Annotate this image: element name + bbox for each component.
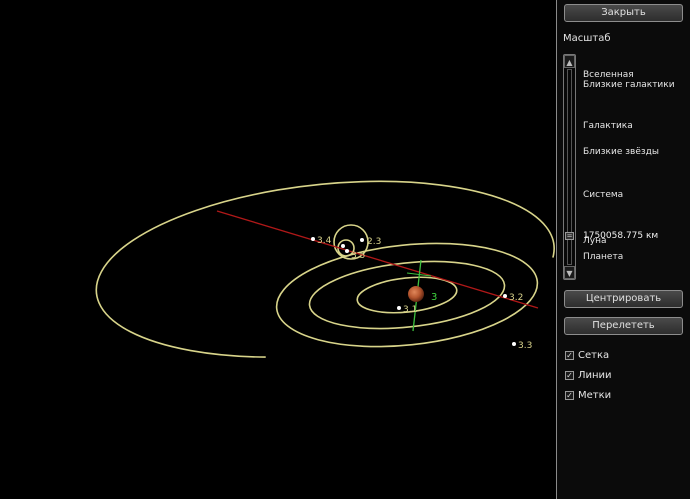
planet-sphere[interactable] bbox=[408, 286, 424, 302]
lines-label[interactable]: Линии bbox=[578, 370, 612, 381]
red-axis-line bbox=[216, 210, 539, 309]
body-label-3-4[interactable]: 3.4 bbox=[317, 236, 332, 246]
scale-level-galaxy[interactable]: Галактика bbox=[583, 121, 633, 131]
body-label-2-3[interactable]: 2.3 bbox=[367, 237, 381, 247]
orbit-3-4 bbox=[95, 180, 555, 358]
grid-checkbox[interactable]: ✓ bbox=[565, 350, 574, 360]
body-label-3-5[interactable]: 3.5 bbox=[351, 251, 365, 261]
body-marker-3-4[interactable] bbox=[311, 237, 315, 241]
labels-label[interactable]: Метки bbox=[578, 390, 611, 401]
scale-down-arrow-icon[interactable]: ▼ bbox=[564, 266, 575, 279]
lines-toggle[interactable]: ✓ Линии bbox=[565, 368, 612, 382]
orbit-3-2 bbox=[308, 260, 506, 330]
labels-checkbox[interactable]: ✓ bbox=[565, 390, 574, 400]
body-marker-3-1[interactable] bbox=[397, 306, 401, 310]
body-marker-3-5[interactable] bbox=[345, 249, 349, 253]
scale-title: Масштаб bbox=[563, 33, 611, 44]
labels-toggle[interactable]: ✓ Метки bbox=[565, 388, 611, 402]
body-label-3-2[interactable]: 3.2 bbox=[509, 293, 523, 303]
scale-level-near-galaxies[interactable]: Близкие галактики bbox=[583, 80, 675, 90]
body-label-3-1[interactable]: 3.1 bbox=[403, 305, 417, 315]
scale-level-system[interactable]: Система bbox=[583, 190, 623, 200]
lines-checkbox[interactable]: ✓ bbox=[565, 370, 574, 380]
scale-slider[interactable]: ▲ = ▼ bbox=[563, 54, 576, 280]
body-marker-3-3[interactable] bbox=[512, 342, 516, 346]
scene-canvas[interactable]: 3 3.1 3.2 3.3 3.4 2.3 3.5 bbox=[0, 0, 556, 499]
body-marker-2-3[interactable] bbox=[360, 238, 364, 242]
3d-viewport[interactable]: 3 3.1 3.2 3.3 3.4 2.3 3.5 bbox=[0, 0, 556, 499]
grid-label[interactable]: Сетка bbox=[578, 350, 609, 361]
scale-level-universe[interactable]: Вселенная bbox=[583, 70, 634, 80]
fly-to-button[interactable]: Перелететь bbox=[564, 317, 683, 335]
close-button[interactable]: Закрыть bbox=[564, 4, 683, 22]
grid-toggle[interactable]: ✓ Сетка bbox=[565, 348, 609, 362]
scale-value-readout: 1750058.775 км bbox=[583, 231, 659, 241]
body-marker-3-2[interactable] bbox=[503, 294, 507, 298]
control-panel: Закрыть Масштаб ▲ = ▼ Вселенная Близкие … bbox=[556, 0, 690, 499]
scale-slider-thumb[interactable]: = bbox=[565, 232, 574, 240]
scale-level-planet[interactable]: Планета bbox=[583, 252, 623, 262]
body-label-3-3[interactable]: 3.3 bbox=[518, 341, 532, 351]
scale-level-near-stars[interactable]: Близкие звёзды bbox=[583, 147, 659, 157]
center-button[interactable]: Центрировать bbox=[564, 290, 683, 308]
moon-marker[interactable] bbox=[341, 244, 345, 248]
scale-up-arrow-icon[interactable]: ▲ bbox=[564, 55, 575, 68]
planet-label[interactable]: 3 bbox=[431, 292, 437, 303]
